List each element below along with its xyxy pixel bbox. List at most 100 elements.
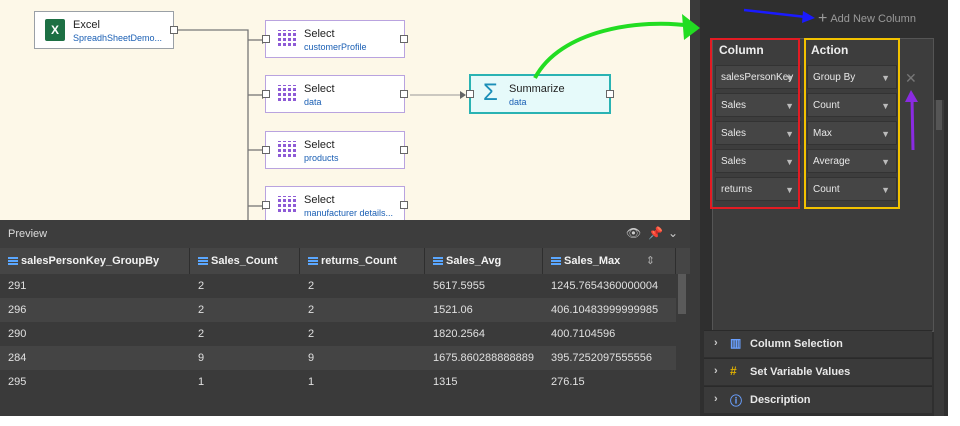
cell: 1675.860288888889 xyxy=(433,352,534,364)
action-highlight-box xyxy=(804,38,900,209)
sigma-icon: Σ xyxy=(483,79,498,106)
column-header[interactable]: Sales_Count xyxy=(190,248,300,274)
column-type-icon xyxy=(308,257,318,266)
table-row[interactable]: 284 9 9 1675.860288888889 395.7252097555… xyxy=(0,346,676,370)
node-subtitle: customerProfile xyxy=(304,42,367,52)
output-port[interactable] xyxy=(400,201,408,209)
cell: 1820.2564 xyxy=(433,328,485,340)
cell: 276.15 xyxy=(551,376,585,388)
cell: 406.10483999999985 xyxy=(551,304,659,316)
chevron-right-icon: › xyxy=(714,337,718,349)
input-port[interactable] xyxy=(262,90,270,98)
column-header[interactable]: salesPersonKey_GroupBy xyxy=(0,248,190,274)
column-type-icon xyxy=(198,257,208,266)
table-row[interactable]: 291 2 2 5617.5955 1245.7654360000004 xyxy=(0,274,676,298)
cell: 284 xyxy=(8,352,27,364)
info-icon: ⓘ xyxy=(730,394,743,408)
output-port[interactable] xyxy=(400,35,408,43)
cell: 1 xyxy=(308,376,315,388)
node-subtitle: data xyxy=(509,97,527,107)
section-set-variable-values[interactable]: › # Set Variable Values xyxy=(704,358,932,385)
column-type-icon xyxy=(551,257,561,266)
cell: 2 xyxy=(198,280,205,292)
cell: 295 xyxy=(8,376,27,388)
excel-icon: X xyxy=(45,19,65,41)
output-port[interactable] xyxy=(170,26,178,34)
cell: 2 xyxy=(198,328,205,340)
panel-scrollbar[interactable] xyxy=(934,100,944,416)
excel-source-node[interactable]: X Excel SpreadhSheetDemo... xyxy=(34,11,178,49)
cell: 290 xyxy=(8,328,27,340)
input-port[interactable] xyxy=(262,146,270,154)
preview-title: Preview xyxy=(8,228,48,240)
column-header[interactable]: Sales_Avg xyxy=(425,248,543,274)
cell: 2 xyxy=(308,328,315,340)
table-row[interactable]: 290 2 2 1820.2564 400.7104596 xyxy=(0,322,676,346)
input-port[interactable] xyxy=(262,201,270,209)
plus-icon: + xyxy=(818,10,828,27)
add-new-column-button[interactable]: + Add New Column xyxy=(818,10,916,28)
variable-icon: # xyxy=(730,364,737,378)
select-node-customerprofile[interactable]: Select customerProfile xyxy=(262,20,408,58)
cell: 5617.5955 xyxy=(433,280,485,292)
app-window: X Excel SpreadhSheetDemo... Select custo… xyxy=(0,0,948,416)
grid-icon xyxy=(278,85,296,103)
node-subtitle: SpreadhSheetDemo... xyxy=(73,33,163,43)
eye-icon[interactable]: 👁 xyxy=(626,226,641,240)
node-title: Select xyxy=(304,194,335,206)
input-port[interactable] xyxy=(262,35,270,43)
cell: 9 xyxy=(198,352,205,364)
section-description[interactable]: › ⓘ Description xyxy=(704,386,932,413)
chevron-right-icon: › xyxy=(714,393,718,405)
input-port[interactable] xyxy=(466,90,474,98)
node-title: Select xyxy=(304,139,335,151)
cell: 1 xyxy=(198,376,205,388)
cell: 9 xyxy=(308,352,315,364)
pin-icon[interactable]: 📌 xyxy=(648,226,663,240)
scroll-thumb[interactable] xyxy=(678,274,686,314)
node-title: Excel xyxy=(73,19,100,31)
table-row[interactable]: 295 1 1 1315 276.15 xyxy=(0,370,676,394)
table-scrollbar[interactable] xyxy=(676,274,688,396)
output-port[interactable] xyxy=(606,90,614,98)
column-header[interactable]: returns_Count xyxy=(300,248,425,274)
column-type-icon xyxy=(8,257,18,266)
flow-canvas[interactable]: X Excel SpreadhSheetDemo... Select custo… xyxy=(0,0,690,220)
chevron-right-icon: › xyxy=(714,365,718,377)
output-port[interactable] xyxy=(400,90,408,98)
delete-row-icon[interactable]: ✕ xyxy=(905,70,917,87)
scroll-thumb[interactable] xyxy=(936,100,942,130)
cell: 2 xyxy=(198,304,205,316)
select-node-data[interactable]: Select data xyxy=(262,75,408,113)
cell: 1315 xyxy=(433,376,458,388)
cell: 296 xyxy=(8,304,27,316)
select-node-manufacturer[interactable]: Select manufacturer details... xyxy=(262,186,408,220)
node-title: Select xyxy=(304,83,335,95)
column-type-icon xyxy=(433,257,443,266)
column-selection-icon: ▥ xyxy=(730,336,742,350)
cell: 2 xyxy=(308,280,315,292)
sort-icon[interactable]: ⇕ xyxy=(646,248,655,274)
node-subtitle: products xyxy=(304,153,339,163)
chevron-down-icon[interactable]: ⌄ xyxy=(668,226,678,240)
output-port[interactable] xyxy=(400,146,408,154)
preview-header: Preview 👁 📌 ⌄ xyxy=(0,220,690,248)
column-header[interactable]: Sales_Max ⇕ xyxy=(543,248,676,274)
node-subtitle: manufacturer details... xyxy=(304,208,394,218)
table-row[interactable]: 296 2 2 1521.06 406.10483999999985 xyxy=(0,298,676,322)
properties-panel: + Add New Column Column Action salesPerso… xyxy=(700,0,948,416)
cell: 291 xyxy=(8,280,27,292)
column-highlight-box xyxy=(710,38,800,209)
cell: 400.7104596 xyxy=(551,328,616,340)
grid-icon xyxy=(278,30,296,48)
cell: 1521.06 xyxy=(433,304,473,316)
table-header: salesPersonKey_GroupBy Sales_Count retur… xyxy=(0,248,690,274)
select-node-products[interactable]: Select products xyxy=(262,131,408,169)
cell: 395.7252097555556 xyxy=(551,352,652,364)
node-title: Select xyxy=(304,28,335,40)
cell: 1245.7654360000004 xyxy=(551,280,659,292)
section-column-selection[interactable]: › ▥ Column Selection xyxy=(704,330,932,357)
summarize-node[interactable]: Σ Summarize data xyxy=(466,74,614,114)
grid-icon xyxy=(278,196,296,214)
node-title: Summarize xyxy=(509,83,565,95)
